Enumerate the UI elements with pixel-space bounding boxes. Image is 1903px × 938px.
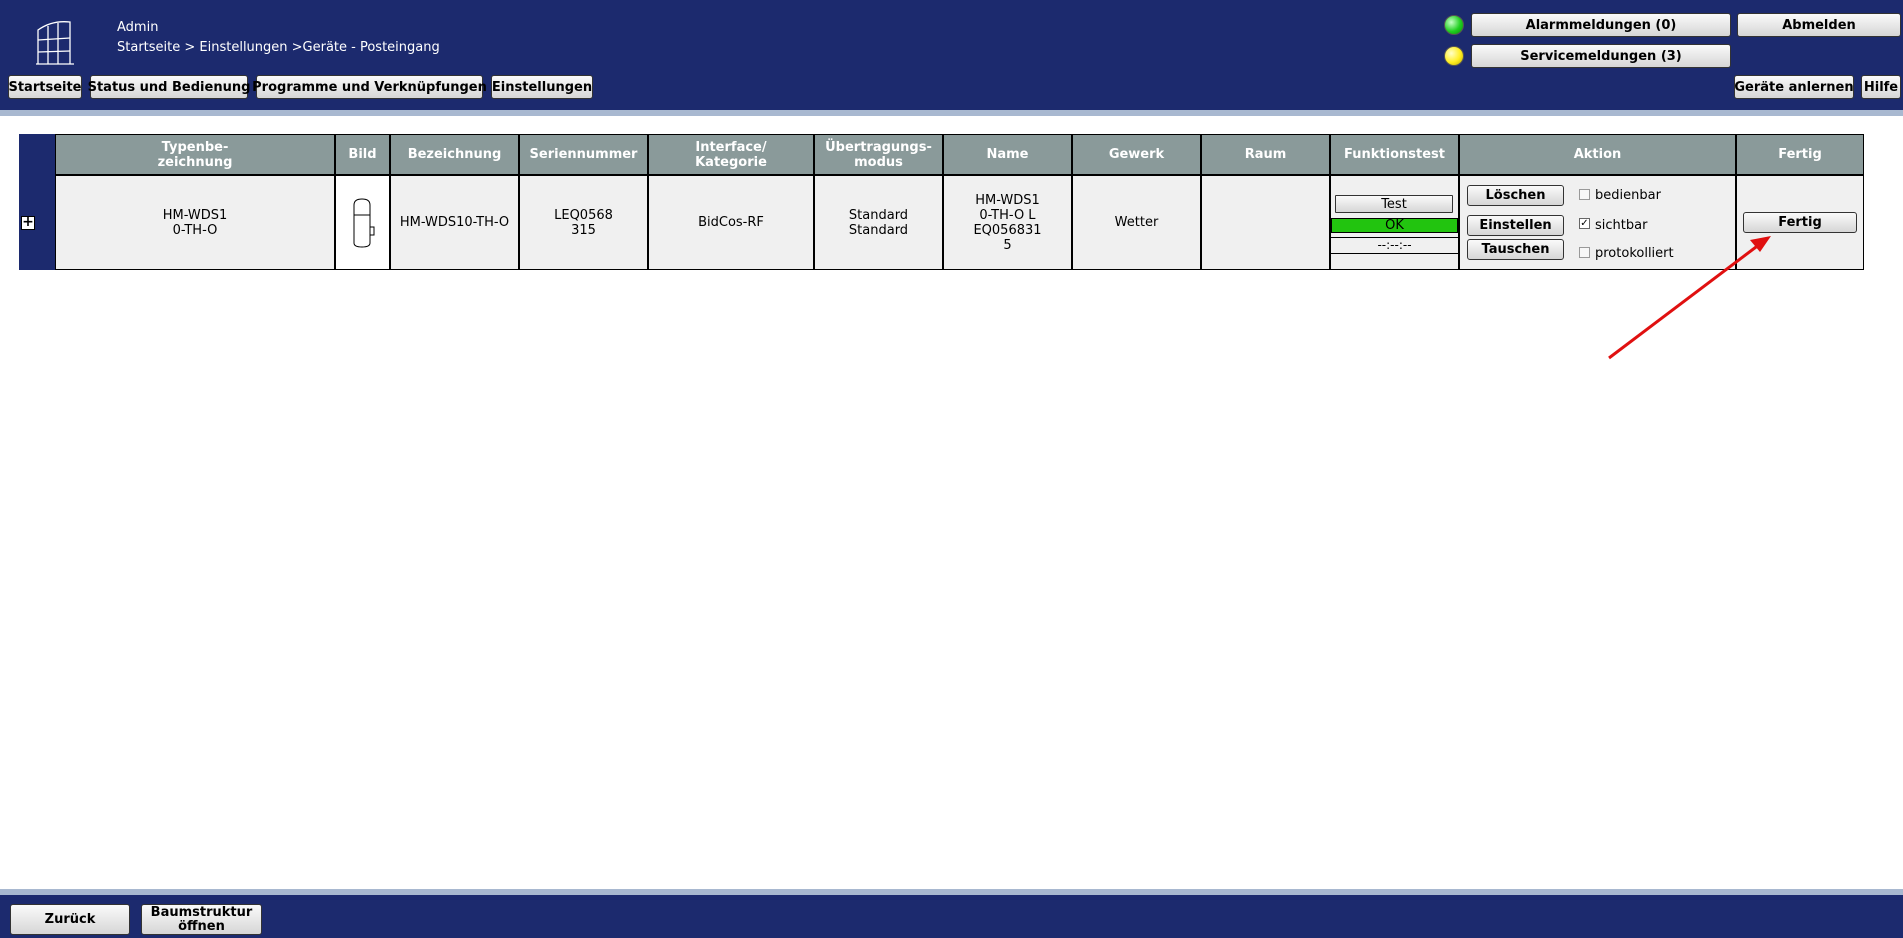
footer-bar — [0, 895, 1903, 938]
service-messages-button[interactable]: Servicemeldungen (3) — [1471, 44, 1731, 68]
alarm-messages-button[interactable]: Alarmmeldungen (0) — [1471, 13, 1731, 37]
col-name: Name — [943, 134, 1072, 175]
visible-checkbox[interactable]: ✓ — [1579, 218, 1590, 229]
configure-button[interactable]: Einstellen — [1467, 215, 1564, 236]
logged-checkbox[interactable] — [1579, 247, 1590, 258]
col-type: Typenbe- zeichnung — [55, 134, 335, 175]
user-name: Admin — [117, 20, 159, 35]
nav-status-button[interactable]: Status und Bedienung — [88, 75, 250, 99]
sensor-device-icon — [353, 197, 374, 248]
service-status-led-icon — [1444, 46, 1464, 66]
back-button[interactable]: Zurück — [10, 904, 130, 935]
test-button[interactable]: Test — [1335, 195, 1453, 213]
header-separator — [0, 110, 1903, 116]
swap-button[interactable]: Tauschen — [1467, 239, 1564, 260]
expand-row-icon[interactable]: + — [21, 215, 35, 230]
visible-label: sichtbar — [1595, 218, 1648, 233]
col-interface: Interface/ Kategorie — [648, 134, 814, 175]
homematic-logo-icon — [36, 21, 74, 65]
nav-programs-button[interactable]: Programme und Verknüpfungen — [252, 75, 487, 99]
done-button[interactable]: Fertig — [1743, 212, 1857, 233]
alarm-status-led-icon — [1444, 15, 1464, 35]
cell-type: HM-WDS1 0-TH-O — [55, 175, 335, 270]
delete-button[interactable]: Löschen — [1467, 185, 1564, 206]
operable-checkbox[interactable] — [1579, 189, 1590, 200]
col-designation: Bezeichnung — [390, 134, 519, 175]
cell-image — [335, 175, 390, 270]
nav-startseite-button[interactable]: Startseite — [8, 75, 82, 99]
open-tree-button[interactable]: Baumstruktur öffnen — [141, 904, 262, 935]
col-function-test: Funktionstest — [1330, 134, 1459, 175]
col-transfer-mode: Übertragungs- modus — [814, 134, 943, 175]
operable-label: bedienbar — [1595, 188, 1661, 203]
col-room: Raum — [1201, 134, 1330, 175]
cell-trade[interactable]: Wetter — [1072, 175, 1201, 270]
logged-label: protokolliert — [1595, 246, 1674, 261]
cell-interface: BidCos-RF — [648, 175, 814, 270]
logout-button[interactable]: Abmelden — [1737, 13, 1901, 37]
teach-devices-button[interactable]: Geräte anlernen — [1734, 75, 1854, 99]
test-result-ok: OK — [1331, 218, 1458, 233]
col-image: Bild — [335, 134, 390, 175]
cell-serial: LEQ0568 315 — [519, 175, 648, 270]
expand-column — [19, 134, 55, 270]
cell-room[interactable] — [1201, 175, 1330, 270]
breadcrumb: Startseite > Einstellungen >Geräte - Pos… — [117, 40, 440, 55]
cell-transfer-mode: Standard Standard — [814, 175, 943, 270]
col-trade: Gewerk — [1072, 134, 1201, 175]
help-button[interactable]: Hilfe — [1861, 75, 1901, 99]
nav-settings-button[interactable]: Einstellungen — [491, 75, 593, 99]
col-serial: Seriennummer — [519, 134, 648, 175]
test-timestamp: --:--:-- — [1331, 237, 1458, 254]
cell-designation: HM-WDS10-TH-O — [390, 175, 519, 270]
col-done: Fertig — [1736, 134, 1864, 175]
col-action: Aktion — [1459, 134, 1736, 175]
cell-name[interactable]: HM-WDS1 0-TH-O L EQ056831 5 — [943, 175, 1072, 270]
